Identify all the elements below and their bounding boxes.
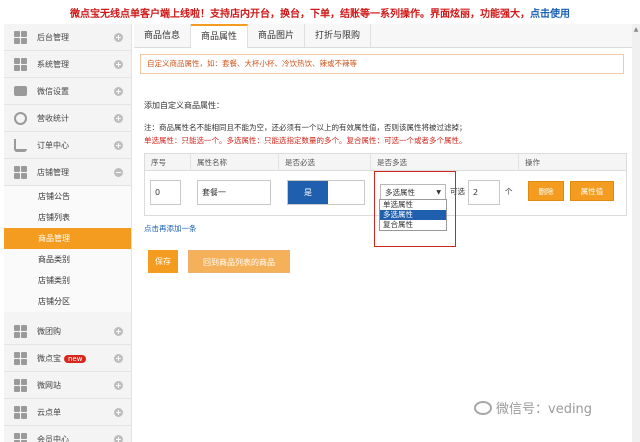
grid-icon xyxy=(14,405,27,419)
envelope-icon xyxy=(14,86,27,96)
attribute-value-button[interactable]: 属性值 xyxy=(570,181,614,201)
multi-select-value: 多选属性 xyxy=(385,188,415,197)
back-to-list-button[interactable]: 回到商品列表的商品 xyxy=(188,250,290,273)
grid-icon xyxy=(14,57,27,71)
save-button[interactable]: 保存 xyxy=(148,250,178,273)
sidebar-item-label: 订单中心 xyxy=(37,140,69,150)
sidebar-item-wechat[interactable]: 微信设置 + xyxy=(4,78,131,105)
header-name: 属性名称 xyxy=(191,154,279,170)
header-multi: 是否多选 xyxy=(371,154,519,170)
tab-goods-images[interactable]: 商品图片 xyxy=(248,24,306,47)
attribute-name-input[interactable]: 套餐一 xyxy=(197,180,271,205)
option-single[interactable]: 单选属性 xyxy=(380,200,446,210)
sidebar-item-weidianbao[interactable]: 微点宝 new + xyxy=(4,345,131,372)
sidebar-subitem-shop-category[interactable]: 店铺类别 xyxy=(4,270,131,291)
sidebar-item-group-buy[interactable]: 微团购 + xyxy=(4,318,131,345)
sidebar-item-label: 后台管理 xyxy=(37,32,69,42)
sidebar-item-member[interactable]: 会员中心 + xyxy=(4,426,131,442)
plus-icon[interactable]: + xyxy=(114,380,123,390)
option-compound[interactable]: 复合属性 xyxy=(380,220,446,230)
sidebar-item-orders[interactable]: 订单中心 + xyxy=(4,132,131,159)
banner-link[interactable]: 点击使用 xyxy=(530,5,570,20)
required-toggle[interactable]: 是 xyxy=(287,180,365,205)
attribute-tip: 自定义商品属性，如：套餐、大杯小杯、冷饮热饮、辣或不辣等 xyxy=(140,54,624,74)
main-content: 商品信息 商品属性 商品图片 打折与限购 自定义商品属性，如：套餐、大杯小杯、冷… xyxy=(134,24,640,442)
sidebar-item-label: 云点单 xyxy=(37,407,61,417)
sidebar-item-system[interactable]: 系统管理 + xyxy=(4,51,131,78)
grid-icon xyxy=(14,165,27,179)
clock-icon xyxy=(14,111,27,125)
minus-icon[interactable]: − xyxy=(114,167,123,177)
grid-icon xyxy=(14,378,27,392)
plus-icon[interactable]: + xyxy=(114,140,123,150)
sidebar-item-label: 微网站 xyxy=(37,380,61,390)
sidebar-item-label: 店铺管理 xyxy=(37,167,69,177)
tab-goods-info[interactable]: 商品信息 xyxy=(134,24,192,47)
banner-text: 微点宝无线点单客户端上线啦！支持店内开台，换台，下单，结账等一系列操作。界面炫丽… xyxy=(70,8,530,20)
sidebar-item-label: 微点宝 new xyxy=(37,353,114,364)
watermark: 微信号：veding xyxy=(474,398,592,417)
sidebar-item-backend[interactable]: 后台管理 + xyxy=(4,24,131,51)
sidebar-subitem-notice[interactable]: 店铺公告 xyxy=(4,186,131,207)
required-toggle-on: 是 xyxy=(288,181,328,204)
table-row: 0 套餐一 是 多选属性 ▼ 单选属性 多选属性 复合属性 可选 2 个 删除 … xyxy=(145,171,626,247)
table-header: 序号 属性名称 是否必选 是否多选 操作 xyxy=(145,154,626,171)
tab-bar: 商品信息 商品属性 商品图片 打折与限购 xyxy=(134,24,640,48)
header-required: 是否必选 xyxy=(279,154,371,170)
tab-goods-attributes[interactable]: 商品属性 xyxy=(191,24,249,48)
grid-icon xyxy=(14,432,27,442)
sidebar-item-label: 营收统计 xyxy=(37,113,69,123)
sidebar-subitem-shop-list[interactable]: 店铺列表 xyxy=(4,207,131,228)
plus-icon[interactable]: + xyxy=(114,113,123,123)
option-multi[interactable]: 多选属性 xyxy=(380,210,446,220)
header-index: 序号 xyxy=(145,154,191,170)
sidebar-subitem-goods-category[interactable]: 商品类别 xyxy=(4,249,131,270)
sidebar-item-label: 微团购 xyxy=(37,326,61,336)
sidebar-item-label: 会员中心 xyxy=(37,434,69,442)
count-input[interactable]: 2 xyxy=(468,180,500,205)
scrollbar[interactable]: ▲ xyxy=(632,24,640,442)
unit-label: 个 xyxy=(505,187,513,196)
sidebar-item-cloud-order[interactable]: 云点单 + xyxy=(4,399,131,426)
cart-icon xyxy=(14,138,27,152)
plus-icon[interactable]: + xyxy=(114,32,123,42)
sidebar: 后台管理 + 系统管理 + 微信设置 + 营收统计 + 订单中心 + 店铺管理 … xyxy=(4,24,132,442)
sidebar-subitem-shop-area[interactable]: 店铺分区 xyxy=(4,291,131,312)
grid-icon xyxy=(14,324,27,338)
multi-select-dropdown: 单选属性 多选属性 复合属性 xyxy=(379,199,447,231)
section-title: 添加自定义商品属性： xyxy=(144,101,224,110)
new-badge: new xyxy=(64,354,87,363)
delete-button[interactable]: 删除 xyxy=(528,181,564,201)
attribute-type-note: 单选属性：只能选一个。多选属性：只能选指定数量的多个。复合属性：可选一个或者多个… xyxy=(144,136,467,145)
sidebar-item-revenue[interactable]: 营收统计 + xyxy=(4,105,131,132)
header-actions: 操作 xyxy=(525,158,540,167)
plus-icon[interactable]: + xyxy=(114,86,123,96)
add-row-link[interactable]: 点击再添加一条 xyxy=(144,223,197,234)
top-announcement-banner: 微点宝无线点单客户端上线啦！支持店内开台，换台，下单，结账等一系列操作。界面炫丽… xyxy=(0,0,640,24)
plus-icon[interactable]: + xyxy=(114,434,123,442)
plus-icon[interactable]: + xyxy=(114,407,123,417)
plus-icon[interactable]: + xyxy=(114,59,123,69)
grid-icon xyxy=(14,30,27,44)
sidebar-item-microsite[interactable]: 微网站 + xyxy=(4,372,131,399)
sidebar-item-label: 微信设置 xyxy=(37,86,69,96)
index-input[interactable]: 0 xyxy=(150,180,181,205)
tab-discount-limit[interactable]: 打折与限购 xyxy=(305,24,372,47)
sidebar-item-shop[interactable]: 店铺管理 − xyxy=(4,159,131,186)
sidebar-item-label: 系统管理 xyxy=(37,59,69,69)
sidebar-subitem-goods[interactable]: 商品管理 xyxy=(4,228,131,249)
scroll-up-icon[interactable]: ▲ xyxy=(632,26,640,34)
wechat-icon xyxy=(474,400,492,415)
watermark-text: 微信号：veding xyxy=(496,402,593,417)
attribute-note: 注：商品属性名不能相同且不能为空，还必须有一个以上的有效属性值，否则该属性将被过… xyxy=(144,123,467,132)
attribute-table: 序号 属性名称 是否必选 是否多选 操作 0 套餐一 是 多选属性 ▼ 单选属性… xyxy=(144,153,627,247)
plus-icon[interactable]: + xyxy=(114,353,123,363)
optional-label: 可选 xyxy=(450,187,465,196)
plus-icon[interactable]: + xyxy=(114,326,123,336)
grid-icon xyxy=(14,351,27,365)
